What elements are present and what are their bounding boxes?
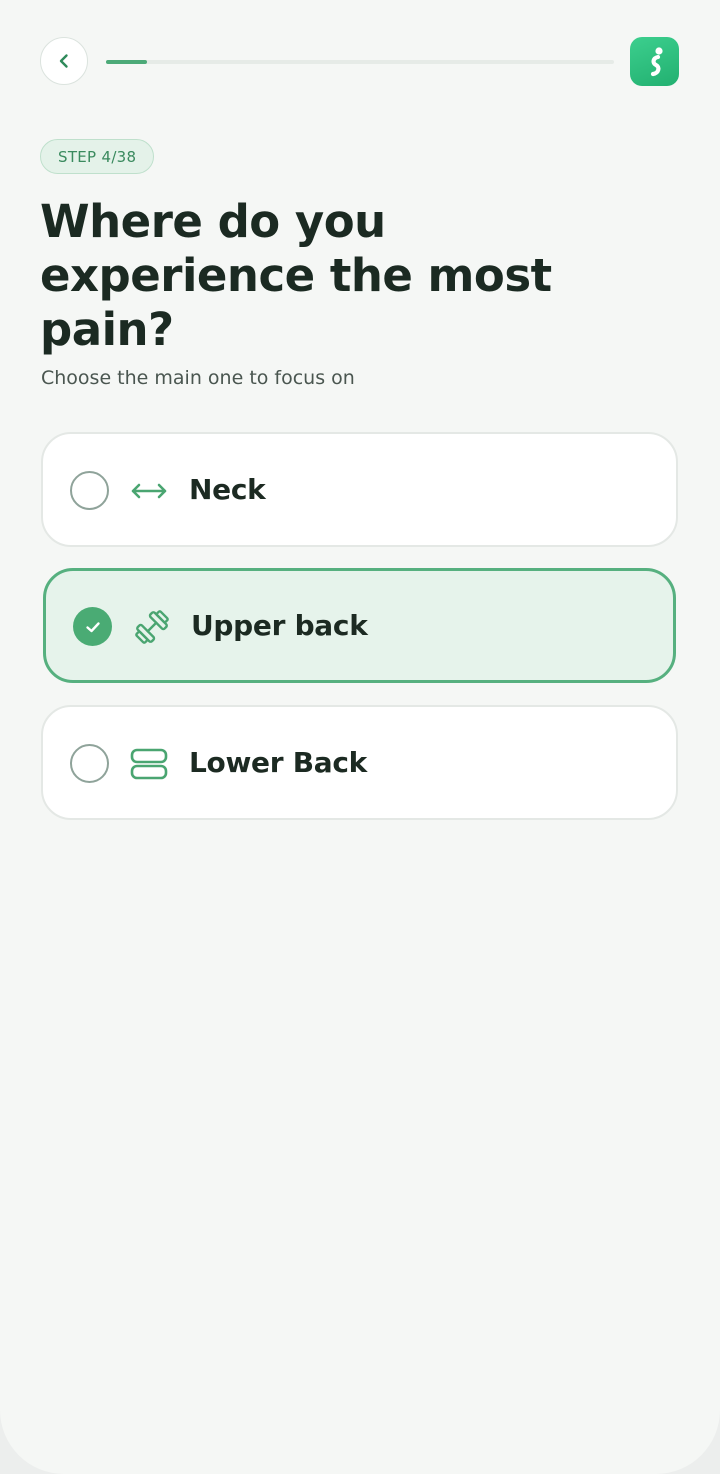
option-label: Neck (189, 473, 266, 506)
horizontal-arrows-icon (129, 471, 169, 511)
step-badge: STEP 4/38 (40, 139, 155, 174)
page-subtitle: Choose the main one to focus on (41, 367, 355, 389)
option-upper-back[interactable]: Upper back (43, 568, 676, 683)
screen: STEP 4/38 Where do you experience the mo… (0, 0, 720, 1474)
progress-bar (106, 60, 614, 64)
page-title: Where do you experience the most pain? (40, 195, 552, 356)
app-logo (630, 37, 679, 86)
option-lower-back[interactable]: Lower Back (41, 705, 678, 820)
back-button[interactable] (40, 37, 88, 85)
option-label: Lower Back (189, 746, 367, 779)
radio-button[interactable] (70, 744, 109, 783)
option-neck[interactable]: Neck (41, 432, 678, 547)
stacked-bars-icon (129, 744, 169, 784)
progress-fill (106, 60, 147, 64)
radio-button-checked[interactable] (73, 607, 112, 646)
checkmark-icon (85, 621, 100, 632)
option-label: Upper back (191, 609, 368, 642)
dumbbell-icon (132, 607, 172, 647)
app-logo-icon (650, 46, 663, 76)
radio-button[interactable] (70, 471, 109, 510)
chevron-left-icon (59, 54, 68, 68)
